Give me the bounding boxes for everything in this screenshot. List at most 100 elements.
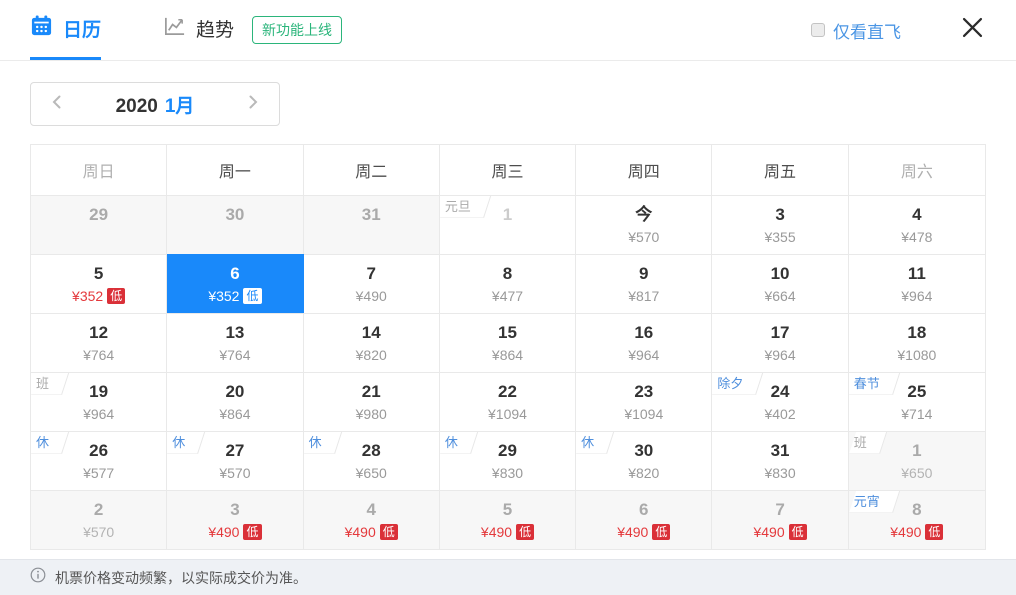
price-row: ¥1094 <box>440 406 575 422</box>
calendar-icon <box>30 14 53 43</box>
calendar-day-cell[interactable]: 9 ¥817 <box>576 254 713 313</box>
price-label: ¥714 <box>901 406 933 423</box>
weekday-header: 周三 <box>440 145 577 195</box>
calendar-day-cell[interactable]: 休 26 ¥577 <box>31 431 168 490</box>
calendar-day-cell[interactable]: 休 29 ¥830 <box>439 431 577 490</box>
calendar-day-cell[interactable]: 春节 25 ¥714 <box>848 372 985 431</box>
calendar-day-cell[interactable]: 班 19 ¥964 <box>31 372 168 431</box>
day-number: 10 <box>770 264 790 283</box>
calendar-day-cell[interactable]: 29 <box>31 195 168 254</box>
price-row: ¥820 <box>576 465 711 481</box>
calendar-day-cell[interactable]: 31 ¥830 <box>712 431 849 490</box>
calendar-day-cell[interactable]: 13 ¥764 <box>167 313 304 372</box>
price-label: ¥964 <box>764 347 796 364</box>
calendar-day-cell[interactable]: 3 ¥490 低 <box>167 490 304 549</box>
price-row: ¥664 <box>712 288 847 304</box>
price-row: ¥577 <box>31 465 166 481</box>
calendar-day-cell[interactable]: 2 ¥570 <box>31 490 168 549</box>
price-label: ¥570 <box>83 524 115 541</box>
calendar-day-cell[interactable]: 15 ¥864 <box>439 313 577 372</box>
price-label: ¥964 <box>901 288 933 305</box>
tab-trend[interactable]: 趋势 <box>163 0 234 60</box>
low-price-badge: 低 <box>107 288 126 305</box>
calendar-day-cell[interactable]: 休 28 ¥650 <box>303 431 440 490</box>
day-number: 4 <box>366 500 376 519</box>
calendar-day-cell[interactable]: 休 27 ¥570 <box>167 431 304 490</box>
chevron-right-icon <box>245 94 261 115</box>
calendar-day-cell[interactable]: 17 ¥964 <box>712 313 849 372</box>
calendar-day-cell[interactable]: 31 <box>303 195 440 254</box>
day-number: 5 <box>502 500 513 519</box>
price-label: ¥820 <box>628 465 660 482</box>
calendar-day-cell[interactable]: 11 ¥964 <box>848 254 985 313</box>
price-row: ¥964 <box>576 347 711 363</box>
calendar-day-cell[interactable]: 23 ¥1094 <box>576 372 713 431</box>
low-price-badge: 低 <box>243 288 262 305</box>
calendar-day-cell[interactable]: 16 ¥964 <box>576 313 713 372</box>
calendar-day-cell[interactable]: 20 ¥864 <box>167 372 304 431</box>
close-icon <box>959 14 986 46</box>
calendar-day-cell[interactable]: 今 ¥570 <box>576 195 713 254</box>
calendar-day-cell[interactable]: 10 ¥664 <box>712 254 849 313</box>
price-row: ¥650 <box>849 465 985 481</box>
next-month-button[interactable] <box>227 83 279 125</box>
price-row: ¥490 低 <box>849 524 985 541</box>
day-number: 4 <box>912 205 922 224</box>
calendar-day-cell[interactable]: 8 ¥477 <box>439 254 577 313</box>
calendar-day-cell[interactable]: 30 <box>167 195 304 254</box>
price-row: ¥478 <box>849 229 985 245</box>
price-label: ¥490 <box>617 524 649 541</box>
day-number: 17 <box>770 323 790 342</box>
calendar-day-cell[interactable]: 5 ¥490 低 <box>439 490 577 549</box>
calendar-day-cell[interactable]: 3 ¥355 <box>712 195 849 254</box>
day-number: 29 <box>89 205 109 224</box>
price-row: ¥352 低 <box>167 288 302 305</box>
weekday-header: 周五 <box>712 145 849 195</box>
direct-flights-only-toggle[interactable]: 仅看直飞 <box>811 18 901 43</box>
close-button[interactable] <box>959 14 986 46</box>
calendar-day-cell[interactable]: 12 ¥764 <box>31 313 168 372</box>
calendar-day-cell[interactable]: 班 1 ¥650 <box>848 431 985 490</box>
price-label: ¥1094 <box>624 406 664 423</box>
dialog-header: 日历 趋势 新功能上线 仅看直飞 <box>0 0 1016 61</box>
footer-notice-bar: 机票价格变动频繁，以实际成交价为准。 <box>0 559 1016 595</box>
calendar-day-cell[interactable]: 除夕 24 ¥402 <box>712 372 849 431</box>
day-number: 3 <box>230 500 240 519</box>
calendar-day-cell[interactable]: 21 ¥980 <box>303 372 440 431</box>
calendar-day-cell[interactable]: 7 ¥490 低 <box>712 490 849 549</box>
price-row: ¥964 <box>31 406 166 422</box>
calendar-day-cell[interactable]: 休 30 ¥820 <box>576 431 713 490</box>
direct-flights-checkbox[interactable] <box>811 23 825 37</box>
tab-calendar[interactable]: 日历 <box>30 0 102 60</box>
price-row: ¥1094 <box>576 406 711 422</box>
calendar-day-cell[interactable]: 7 ¥490 <box>303 254 440 313</box>
calendar-day-cell[interactable]: 元宵 8 ¥490 低 <box>848 490 985 549</box>
low-price-badge: 低 <box>652 524 671 541</box>
price-label: ¥830 <box>764 465 796 482</box>
previous-month-button[interactable] <box>31 83 83 125</box>
price-label: ¥490 <box>355 288 387 305</box>
calendar-day-cell[interactable]: 14 ¥820 <box>303 313 440 372</box>
price-label: ¥402 <box>764 406 796 423</box>
price-row: ¥352 低 <box>31 288 166 305</box>
direct-flights-label: 仅看直飞 <box>833 22 901 42</box>
calendar-day-cell[interactable]: 18 ¥1080 <box>848 313 985 372</box>
day-number: 22 <box>498 382 517 401</box>
calendar-day-cell[interactable]: 5 ¥352 低 <box>31 254 168 313</box>
calendar-day-cell[interactable]: 22 ¥1094 <box>439 372 577 431</box>
low-price-badge: 低 <box>516 524 535 541</box>
calendar-grid: 29 30 31 元旦 1 今 ¥570 3 ¥355 4 ¥478 5 ¥352 低 6 ¥352 低 7 ¥49… <box>31 195 985 549</box>
weekday-header: 周日 <box>31 145 168 195</box>
calendar-day-cell[interactable]: 4 ¥478 <box>848 195 985 254</box>
price-row: ¥817 <box>576 288 711 304</box>
calendar-day-cell[interactable]: 元旦 1 <box>439 195 577 254</box>
price-label: ¥570 <box>219 465 251 482</box>
calendar-day-cell[interactable]: 6 ¥490 低 <box>576 490 713 549</box>
calendar-day-cell[interactable]: 6 ¥352 低 <box>167 254 304 313</box>
holiday-tag: 休 <box>440 432 471 454</box>
day-number: 21 <box>361 382 381 401</box>
price-label: ¥352 <box>208 288 240 305</box>
day-number: 12 <box>89 323 109 342</box>
calendar-day-cell[interactable]: 4 ¥490 低 <box>303 490 440 549</box>
weekday-header: 周六 <box>900 164 933 181</box>
